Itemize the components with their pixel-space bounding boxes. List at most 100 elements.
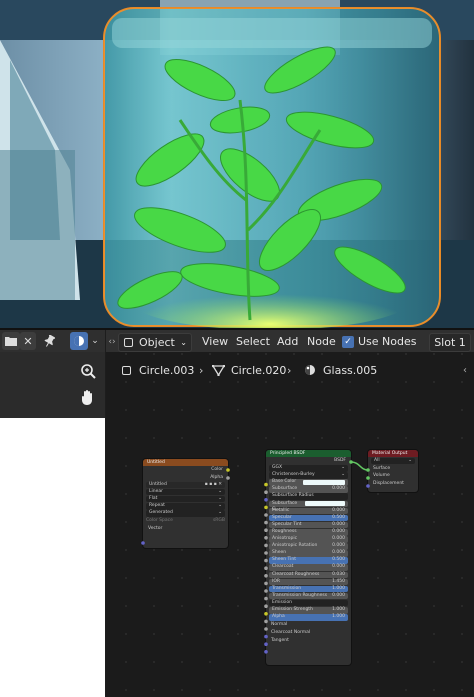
image-canvas[interactable] <box>0 418 105 697</box>
pan-hand-icon[interactable] <box>78 387 98 407</box>
image-node-title: Untitled <box>147 460 165 465</box>
zoom-icon[interactable] <box>78 361 98 381</box>
menu-view[interactable]: View <box>202 333 228 350</box>
bsdf-input-label: Subsurface Radius <box>272 493 314 499</box>
image-datablock-field[interactable]: Untitled ▪ ▪ ▪ ✕ <box>146 481 225 489</box>
chevron-down-icon: ⌄ <box>218 495 222 501</box>
chevron-down-icon[interactable]: ⌄ <box>89 332 101 350</box>
bsdf-input-anisotropic[interactable]: Anisotropic 0.000 <box>269 536 348 543</box>
bsdf-input-alpha[interactable]: Alpha 1.000 <box>269 614 348 621</box>
color-space-label: Color Space <box>146 518 173 524</box>
menu-node[interactable]: Node <box>307 333 336 350</box>
output-node-title: Material Output <box>372 451 408 456</box>
bsdf-input-label: Anisotropic <box>272 536 298 542</box>
editor-type-label: Object <box>139 336 175 349</box>
bsdf-input-metallic[interactable]: Metallic 0.000 <box>269 507 348 515</box>
bsdf-input-ior[interactable]: IOR 1.450 <box>269 578 348 586</box>
breadcrumb-separator-icon: › <box>287 363 292 377</box>
subsurface-method-select[interactable]: Christensen-Burley ⌄ <box>269 472 348 479</box>
color-space-row[interactable]: Color Space sRGB <box>146 517 225 525</box>
bsdf-input-clearcoat-roughness[interactable]: Clearcoat Roughness 0.030 <box>269 571 348 579</box>
bsdf-input-value: 0.500 <box>332 514 345 520</box>
chevron-down-icon: ⌄ <box>218 510 222 516</box>
bsdf-input-emission[interactable]: Emission <box>269 599 348 607</box>
bsdf-input-subsurface-radius[interactable]: Subsurface Radius <box>269 493 348 501</box>
bsdf-input-label: Transmission Roughness <box>272 592 328 598</box>
bsdf-input-anisotropic-rotation[interactable]: Anisotropic Rotation 0.000 <box>269 543 348 550</box>
image-output-alpha: Alpha <box>210 474 223 480</box>
projection-value: Flat <box>149 495 158 501</box>
material-icon <box>305 365 315 375</box>
color-swatch[interactable] <box>304 501 345 507</box>
viewport-render[interactable] <box>0 0 474 329</box>
image-texture-node[interactable]: Untitled Color Alpha Untitled ▪ ▪ ▪ ✕ Lin… <box>143 459 228 548</box>
menu-select[interactable]: Select <box>236 333 270 350</box>
collapse-arrows-icon[interactable]: ‹› <box>106 333 118 350</box>
breadcrumb-mesh[interactable]: Circle.020 <box>212 361 286 379</box>
pin-icon[interactable] <box>40 332 58 350</box>
bsdf-input-tangent[interactable]: Tangent <box>269 637 348 645</box>
bsdf-input-label: Roughness <box>272 528 297 534</box>
shader-type-icon[interactable] <box>70 332 88 350</box>
folder-icon[interactable] <box>2 332 20 350</box>
editor-type-dropdown[interactable]: Object ⌄ <box>118 333 192 352</box>
close-image-button[interactable]: ✕ <box>20 332 36 350</box>
bsdf-input-label: Specular Tint <box>272 521 302 527</box>
projection-select[interactable]: Flat ⌄ <box>146 495 225 503</box>
output-target-select[interactable]: All ⌄ <box>371 457 415 465</box>
bsdf-input-transmission-roughness[interactable]: Transmission Roughness 0.000 <box>269 592 348 600</box>
bsdf-input-label: Transmission <box>272 585 302 591</box>
breadcrumb-material-label: Glass.005 <box>323 363 378 377</box>
sidebar-toggle-icon[interactable]: ‹ <box>463 361 467 379</box>
bsdf-input-value: 0.000 <box>332 521 345 527</box>
interpolation-select[interactable]: Linear ⌄ <box>146 488 225 496</box>
chevron-down-icon: ⌄ <box>180 338 187 347</box>
bsdf-input-value: 1.000 <box>332 614 345 620</box>
bsdf-input-value: 0.500 <box>332 557 345 563</box>
bsdf-input-label: Base Color <box>272 479 297 485</box>
distribution-select[interactable]: GGX ⌄ <box>269 465 348 472</box>
bsdf-node-header[interactable]: Principled BSDF <box>266 450 351 457</box>
bsdf-input-clearcoat[interactable]: Clearcoat 0.000 <box>269 564 348 571</box>
bsdf-input-normal[interactable]: Normal <box>269 621 348 629</box>
bsdf-input-sheen[interactable]: Sheen 0.000 <box>269 550 348 557</box>
use-nodes-checkbox[interactable]: ✓ Use Nodes <box>342 333 417 350</box>
bsdf-input-subsurface-c[interactable]: Subsurface C... <box>269 500 348 512</box>
image-name: Untitled <box>149 481 167 487</box>
chevron-down-icon: ⌄ <box>341 465 345 471</box>
slot-dropdown[interactable]: Slot 1 <box>429 333 471 352</box>
material-output-node[interactable]: Material Output All ⌄ Surface Volume Disp… <box>368 450 418 492</box>
interpolation-value: Linear <box>149 488 163 494</box>
bsdf-input-subsurface[interactable]: Subsurface 0.000 <box>269 486 348 493</box>
bsdf-input-label: Clearcoat Normal <box>271 630 311 636</box>
bsdf-input-label: Emission <box>272 599 293 605</box>
output-node-header[interactable]: Material Output <box>368 450 418 457</box>
output-input-volume: Volume <box>373 473 390 479</box>
image-output-color: Color <box>211 467 223 472</box>
bsdf-input-base-color[interactable]: Base Color <box>269 479 348 486</box>
color-swatch[interactable] <box>303 480 345 486</box>
bsdf-input-sheen-tint[interactable]: Sheen Tint 0.500 <box>269 557 348 564</box>
bsdf-input-clearcoat-normal[interactable]: Clearcoat Normal <box>269 629 348 637</box>
bsdf-input-roughness[interactable]: Roughness 0.000 <box>269 528 348 536</box>
terrarium-render-image <box>0 0 474 329</box>
breadcrumb-material[interactable]: Glass.005 <box>304 361 377 379</box>
principled-bsdf-node[interactable]: Principled BSDF BSDF GGX ⌄ Christensen-Bu… <box>266 450 351 665</box>
image-node-header[interactable]: Untitled <box>143 459 228 466</box>
extension-select[interactable]: Repeat ⌄ <box>146 502 225 510</box>
bsdf-input-transmission[interactable]: Transmission 1.000 <box>269 585 348 593</box>
bsdf-input-value: 0.000 <box>332 528 345 534</box>
output-input-displacement: Displacement <box>373 480 404 486</box>
source-select[interactable]: Generated ⌄ <box>146 510 225 517</box>
menu-add[interactable]: Add <box>277 333 298 350</box>
chevron-down-icon: ⌄ <box>218 502 222 508</box>
bsdf-input-value: 1.000 <box>332 606 345 612</box>
bsdf-input-specular-tint[interactable]: Specular Tint 0.000 <box>269 521 348 529</box>
bsdf-input-label: Alpha <box>272 614 285 620</box>
image-input-vector: Vector <box>148 525 163 531</box>
bsdf-input-specular[interactable]: Specular 0.500 <box>269 514 348 522</box>
bsdf-input-emission-strength[interactable]: Emission Strength 1.000 <box>269 606 348 614</box>
extension-value: Repeat <box>149 502 165 508</box>
color-space-value: sRGB <box>212 518 225 524</box>
breadcrumb-object[interactable]: Circle.003 <box>122 361 194 379</box>
